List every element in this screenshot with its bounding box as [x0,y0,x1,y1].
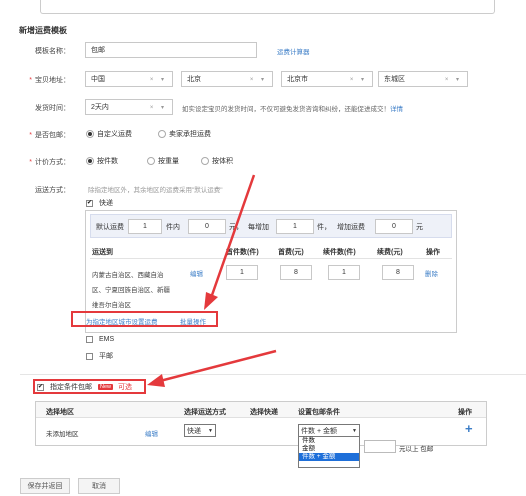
arrow-head-icon [204,292,218,310]
annotation-arrow-1 [209,174,256,299]
col-select-way: 选择运送方式 [184,409,226,416]
amount-suffix: 元以上 包邮 [399,446,434,453]
col-select-area: 选择地区 [46,409,74,416]
save-return-button[interactable]: 保存并返回 [20,478,70,494]
amount-input[interactable] [364,440,396,453]
col-select-express: 选择快递 [250,409,278,416]
edit-area-link[interactable]: 编辑 [145,428,158,438]
dropdown-option-count[interactable]: 件数 [299,437,359,445]
cancel-button[interactable]: 取消 [78,478,120,494]
chevron-down-icon: ▼ [352,427,357,434]
add-condition-icon[interactable]: + [465,421,473,436]
way-select[interactable]: 快递 ▼ [184,424,216,437]
dropdown-option-amount[interactable]: 金额 [299,445,359,453]
col-cond-operation: 操作 [458,409,472,416]
dropdown-option-count-amount[interactable]: 件数 + 金额 [299,453,359,461]
chevron-down-icon: ▼ [208,427,213,434]
condition-dropdown[interactable]: 件数 金额 件数 + 金额 [298,436,360,468]
col-condition: 设置包邮条件 [298,409,340,416]
annotation-arrow-2 [159,349,277,383]
arrow-head-icon [147,374,165,387]
no-area-text: 未添加地区 [46,431,79,438]
